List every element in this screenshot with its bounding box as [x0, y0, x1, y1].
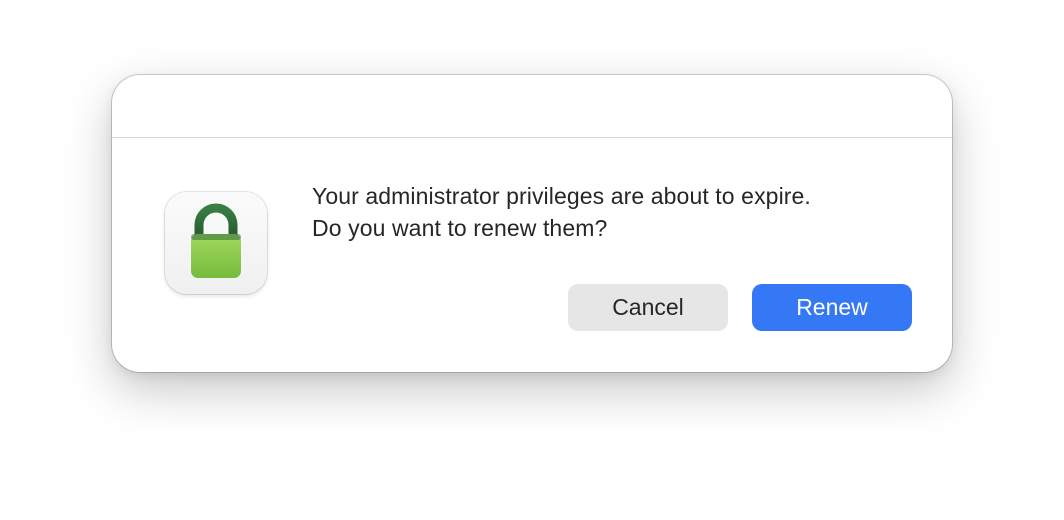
message-line-2: Do you want to renew them? [312, 215, 608, 241]
message-line-1: Your administrator privileges are about … [312, 183, 811, 209]
cancel-button[interactable]: Cancel [568, 284, 728, 331]
lock-icon [165, 192, 267, 294]
privileges-dialog: Your administrator privileges are about … [112, 75, 952, 372]
dialog-message: Your administrator privileges are about … [312, 180, 932, 244]
renew-button[interactable]: Renew [752, 284, 912, 331]
dialog-titlebar [112, 75, 952, 138]
